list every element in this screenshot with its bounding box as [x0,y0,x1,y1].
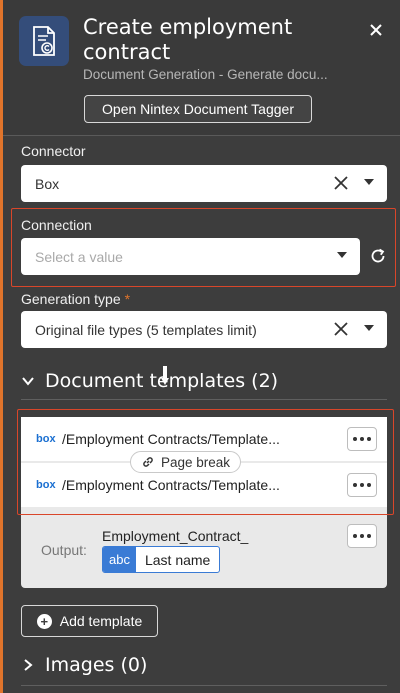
images-heading: Images (0) [45,654,148,676]
chevron-down-icon[interactable] [337,252,347,258]
open-document-tagger-button[interactable]: Open Nintex Document Tagger [84,95,312,123]
chevron-right-icon [24,659,33,671]
link-icon [143,457,153,467]
output-more-options-button[interactable] [347,524,377,548]
clear-icon[interactable] [333,175,349,191]
variable-chip[interactable]: abc Last name [102,546,221,573]
connector-select[interactable]: Box [21,165,387,202]
connection-label: Connection [21,217,92,233]
section-divider [21,399,387,400]
connection-placeholder: Select a value [35,248,123,265]
chevron-down-icon [22,377,34,386]
clear-icon[interactable] [333,321,349,337]
output-filename[interactable]: Employment_Contract_ [102,528,248,544]
panel-header: Create employment contract Document Gene… [3,0,400,136]
connector-label: Connector [21,143,86,159]
generation-type-value: Original file types (5 templates limit) [35,321,257,338]
chevron-down-icon[interactable] [364,179,374,185]
connection-select[interactable]: Select a value [21,238,360,275]
add-template-button[interactable]: + Add template [21,605,158,637]
add-template-label: Add template [59,613,143,629]
text-type-badge: abc [103,547,136,572]
refresh-icon[interactable] [369,247,387,265]
close-icon[interactable] [366,20,386,40]
mouse-cursor-icon [161,366,169,385]
document-copyright-icon [19,16,69,66]
chevron-down-icon[interactable] [364,325,374,331]
generation-type-select[interactable]: Original file types (5 templates limit) [21,311,387,348]
output-label: Output: [41,542,87,558]
action-config-panel: Create employment contract Document Gene… [0,0,400,693]
page-break-label: Page break [161,454,231,470]
connector-value: Box [35,175,60,192]
plus-circle-icon: + [36,613,52,629]
page-break-toggle[interactable]: Page break [130,451,242,473]
variable-chip-label: Last name [144,551,211,568]
page-title: Create employment contract [83,15,293,64]
generation-type-label: Generation type * [21,291,130,307]
generation-type-text: Generation type [21,291,121,307]
section-divider [21,685,387,686]
page-subtitle: Document Generation - Generate docu... [83,67,328,82]
document-templates-section-toggle[interactable]: Document templates (2) [21,370,278,392]
required-marker: * [124,291,131,307]
images-section-toggle[interactable]: Images (0) [21,654,147,676]
